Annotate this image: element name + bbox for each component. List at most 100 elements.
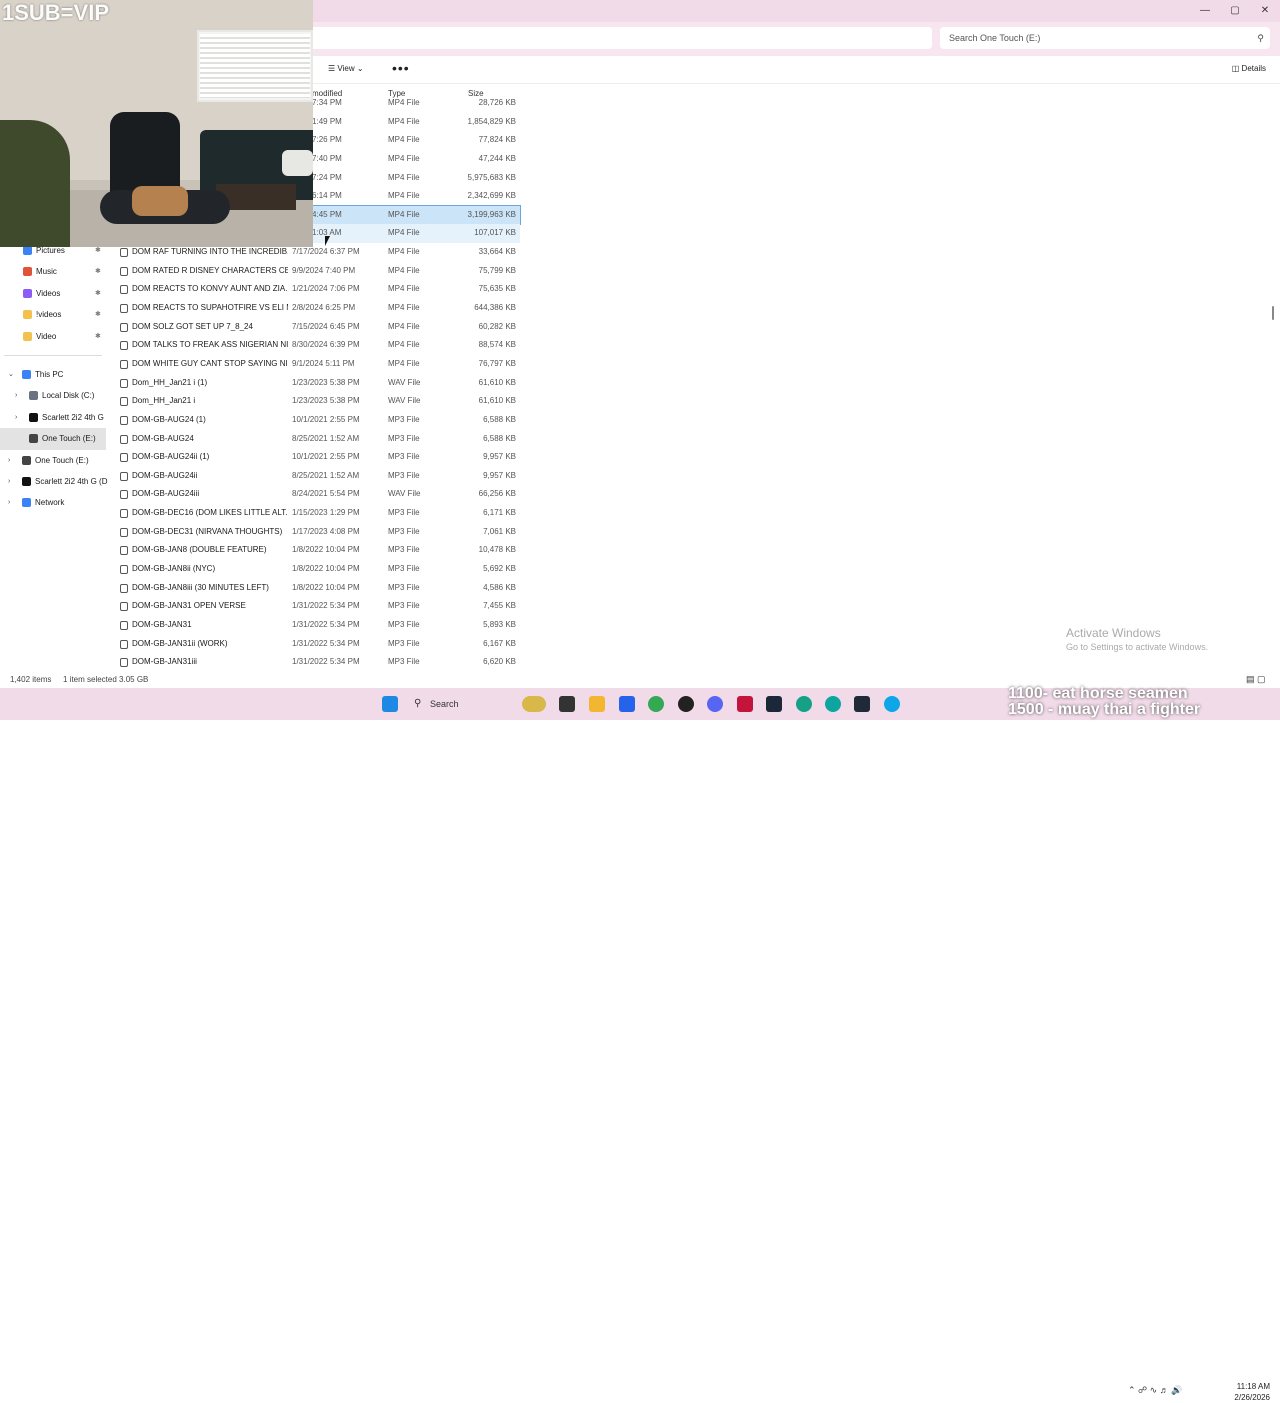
sidebar-item-drive[interactable]: › Scarlett 2i2 4th G — [0, 407, 106, 428]
details-label: Details — [1241, 64, 1266, 73]
file-row[interactable]: DOM SOLZ GOT SET UP 7_8_24 7/15/2024 6:45… — [116, 318, 520, 337]
file-row[interactable]: DOM-GB-AUG24iii 8/24/2021 5:54 PM WAV File… — [116, 485, 520, 504]
expand-chevron-icon[interactable]: › — [15, 407, 17, 428]
view-button[interactable]: ☰ View ⌄ — [328, 64, 364, 73]
folder-icon — [23, 267, 32, 277]
file-size: 5,975,683 KB — [467, 172, 516, 182]
sidebar-item-drive[interactable]: ⌄ This PC — [0, 364, 106, 385]
file-size: 107,017 KB — [474, 228, 516, 238]
sidebar-item-quick-access[interactable]: Video ✱ — [0, 326, 106, 347]
file-size: 9,957 KB — [483, 452, 516, 462]
sidebar-item-drive[interactable]: › Network — [0, 492, 106, 513]
expand-chevron-icon[interactable]: ⌄ — [8, 364, 14, 385]
edge-dev-icon[interactable] — [825, 696, 841, 712]
more-options-button[interactable]: ••• — [392, 60, 410, 76]
drive-icon — [22, 498, 31, 508]
file-row[interactable]: DOM-GB-AUG24 (1) 10/1/2021 2:55 PM MP3 Fil… — [116, 411, 520, 430]
file-size: 61,610 KB — [478, 377, 516, 387]
edge-beta-icon[interactable] — [796, 696, 812, 712]
sidebar-item-label: !videos — [36, 310, 62, 320]
file-row[interactable]: DOM-GB-JAN31 OPEN VERSE 1/31/2022 5:34 PM… — [116, 597, 520, 616]
file-row[interactable]: DOM-GB-JAN31 1/31/2022 5:34 PM MP3 File 5,8… — [116, 616, 520, 635]
sidebar-item-label: Videos — [36, 288, 61, 298]
file-size: 1,854,829 KB — [467, 116, 516, 126]
expand-chevron-icon[interactable]: › — [8, 492, 10, 513]
file-date: 1/15/2023 1:29 PM — [292, 508, 360, 518]
file-icon — [120, 304, 128, 314]
file-type: MP4 File — [388, 153, 420, 163]
file-row[interactable]: DOM-GB-AUG24ii 8/25/2021 1:52 AM MP3 File 9… — [116, 467, 520, 486]
file-row[interactable]: DOM TALKS TO FREAK ASS NIGERIAN NI... 8/3… — [116, 336, 520, 355]
expand-chevron-icon[interactable]: › — [8, 471, 10, 492]
sidebar-item-label: One Touch (E:) — [35, 455, 89, 465]
file-row[interactable]: Dom_HH_Jan21 i (1) 1/23/2023 5:38 PM WAV F… — [116, 374, 520, 393]
calendar-app-icon[interactable] — [619, 696, 635, 712]
search-input[interactable]: Search One Touch (E:) ⚲ — [940, 27, 1270, 49]
file-type: MP3 File — [388, 526, 420, 536]
sidebar-item-drive[interactable]: › One Touch (E:) — [0, 450, 106, 471]
file-row[interactable]: DOM REACTS TO KONVY AUNT AND ZIA... 1/21/… — [116, 280, 520, 299]
maximize-button[interactable]: ▢ — [1220, 0, 1250, 22]
file-icon — [120, 658, 128, 668]
close-button[interactable]: ✕ — [1250, 0, 1280, 22]
file-icon — [120, 434, 128, 444]
expand-chevron-icon[interactable]: › — [15, 385, 17, 406]
sidebar-item-drive[interactable]: › Scarlett 2i2 4th G (D — [0, 471, 107, 492]
file-row[interactable]: DOM RATED R DISNEY CHARACTERS CE... 9/9/2… — [116, 262, 520, 281]
file-name: DOM-GB-AUG24iii — [132, 489, 200, 499]
file-row[interactable]: DOM REACTS TO SUPAHOTFIRE VS ELI M... 2/8… — [116, 299, 520, 318]
file-type: MP4 File — [388, 247, 420, 257]
webcam-blanket — [132, 186, 188, 216]
sidebar-item-quick-access[interactable]: Videos ✱ — [0, 283, 106, 304]
minimize-button[interactable]: — — [1190, 0, 1220, 22]
file-row[interactable]: DOM-GB-DEC16 (DOM LIKES LITTLE ALT... 1/1… — [116, 504, 520, 523]
file-row[interactable]: DOM WHITE GUY CANT STOP SAYING NI... 9/1/… — [116, 355, 520, 374]
file-explorer-icon[interactable] — [589, 696, 605, 712]
file-date: 1/31/2022 5:34 PM — [292, 657, 360, 667]
file-type: MP3 File — [388, 452, 420, 462]
widgets-icon[interactable] — [522, 696, 546, 712]
sidebar-item-label: Local Disk (C:) — [42, 391, 95, 401]
file-row[interactable]: DOM-GB-DEC31 (NIRVANA THOUGHTS) 1/17/2023… — [116, 523, 520, 542]
sidebar-item-quick-access[interactable]: Music ✱ — [0, 261, 106, 282]
sidebar-item-drive[interactable]: One Touch (E:) — [0, 428, 106, 450]
system-tray[interactable]: ⌃ ☍ ∿ ♬ 🔊 — [1128, 1385, 1182, 1396]
file-row[interactable]: DOM-GB-JAN8ii (NYC) 1/8/2022 10:04 PM MP3 … — [116, 560, 520, 579]
steam-icon[interactable] — [766, 696, 782, 712]
sidebar-item-quick-access[interactable]: !videos ✱ — [0, 304, 106, 325]
capcut-icon[interactable] — [854, 696, 870, 712]
adobe-icon[interactable] — [737, 696, 753, 712]
expand-chevron-icon[interactable]: › — [8, 450, 10, 471]
file-date: 1/31/2022 5:34 PM — [292, 638, 360, 648]
vertical-scrollbar[interactable] — [1272, 306, 1274, 320]
file-row[interactable]: DOM-GB-JAN8iii (30 MINUTES LEFT) 1/8/2022… — [116, 579, 520, 598]
address-field[interactable] — [300, 27, 932, 49]
clock[interactable]: 11:18 AM 2/26/2026 — [1226, 1381, 1270, 1403]
discord-icon[interactable] — [707, 696, 723, 712]
chrome-icon[interactable] — [648, 696, 664, 712]
file-size: 4,586 KB — [483, 582, 516, 592]
media-app-icon[interactable] — [678, 696, 694, 712]
file-type: MP4 File — [388, 265, 420, 275]
details-pane-button[interactable]: ◫ Details — [1232, 64, 1266, 73]
webcam-bag — [282, 150, 313, 176]
sidebar-item-drive[interactable]: › Local Disk (C:) — [0, 385, 106, 406]
sidebar-divider — [4, 354, 102, 356]
file-type: MP3 File — [388, 508, 420, 518]
start-icon[interactable] — [382, 696, 398, 712]
taskbar-search[interactable]: ⚲ Search — [406, 694, 506, 714]
file-row[interactable]: DOM-GB-JAN31iii 1/31/2022 5:34 PM MP3 File… — [116, 653, 520, 672]
file-row[interactable]: DOM-GB-JAN8 (DOUBLE FEATURE) 1/8/2022 10:… — [116, 541, 520, 560]
file-row[interactable]: DOM-GB-JAN31ii (WORK) 1/31/2022 5:34 PM MP… — [116, 635, 520, 654]
file-type: MP4 File — [388, 191, 420, 201]
edge-icon[interactable] — [884, 696, 900, 712]
file-type: MP4 File — [388, 209, 420, 219]
file-type: MP3 File — [388, 433, 420, 443]
terminal-icon[interactable] — [559, 696, 575, 712]
file-row[interactable]: DOM-GB-AUG24 8/25/2021 1:52 AM MP3 File 6,5… — [116, 430, 520, 449]
file-row[interactable]: Dom_HH_Jan21 i 1/23/2023 5:38 PM WAV File 6… — [116, 392, 520, 411]
pin-icon: ✱ — [95, 311, 101, 319]
file-name: DOM-GB-JAN31 — [132, 619, 192, 629]
view-switch[interactable]: ▤ ▢ — [1246, 674, 1266, 685]
file-row[interactable]: DOM-GB-AUG24ii (1) 10/1/2021 2:55 PM MP3 F… — [116, 448, 520, 467]
